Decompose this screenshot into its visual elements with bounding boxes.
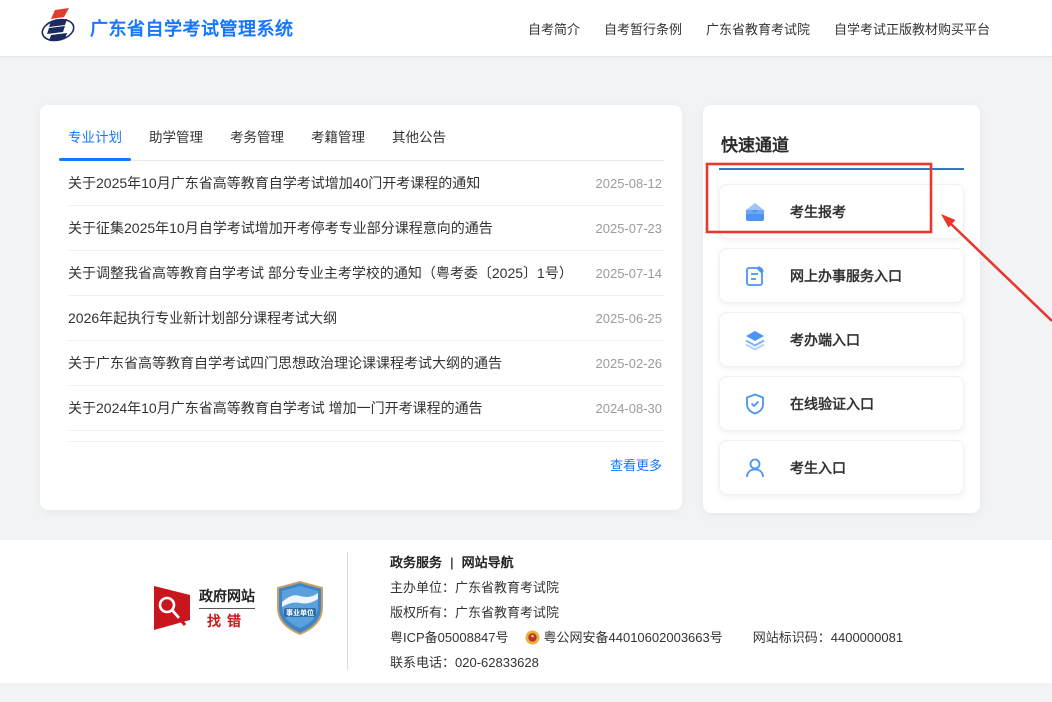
institution-badge[interactable]: 事业单位 (274, 580, 326, 641)
nav-link-provisional-regulations[interactable]: 自考暂行条例 (604, 19, 682, 38)
footer-copyright: 版权所有：广东省教育考试院 (390, 600, 903, 625)
tab-exam-affairs[interactable]: 考务管理 (230, 126, 284, 160)
icp-number: 粤ICP备05008847号 (390, 625, 509, 650)
document-edit-icon (743, 264, 767, 288)
news-link[interactable]: 关于广东省高等教育自学考试四门思想政治理论课课程考试大纲的通告 (68, 353, 502, 373)
quick-button-exam-office[interactable]: 考办端入口 (719, 312, 964, 367)
news-link[interactable]: 关于2025年10月广东省高等教育自学考试增加40门开考课程的通知 (68, 173, 480, 193)
gov-service-link[interactable]: 政务服务 (390, 555, 442, 570)
quick-button-candidate-entrance[interactable]: 考生入口 (719, 440, 964, 495)
quick-button-label: 网上办事服务入口 (790, 266, 902, 286)
news-item: 关于调整我省高等教育自学考试 部分专业主考学校的通知（粤考委〔2025〕1号） … (68, 251, 664, 296)
quick-button-label: 考办端入口 (790, 330, 860, 350)
news-date: 2025-08-12 (596, 176, 665, 191)
footer-icp-line: 粤ICP备05008847号 粤公网安备44010602003663号 网站标识… (390, 625, 903, 650)
tab-other-notices[interactable]: 其他公告 (392, 126, 446, 160)
news-link[interactable]: 关于2024年10月广东省高等教育自学考试 增加一门开考课程的通告 (68, 398, 483, 418)
quick-panel-underline (719, 168, 964, 170)
quick-button-candidate-register[interactable]: 考生报考 (719, 184, 964, 239)
mail-icon (743, 200, 767, 224)
tab-exam-registry[interactable]: 考籍管理 (311, 126, 365, 160)
security-record-number: 粤公网安备44010602003663号 (544, 625, 723, 650)
news-date: 2025-07-14 (596, 266, 665, 281)
gov-error-report-badge[interactable]: 政府网站 找错 (152, 584, 255, 632)
quick-button-online-service[interactable]: 网上办事服务入口 (719, 248, 964, 303)
footer-sep: | (450, 555, 454, 570)
site-identification-code: 网站标识码：4400000081 (753, 625, 903, 650)
layers-icon (743, 328, 767, 352)
header: 广东省自学考试管理系统 自考简介 自考暂行条例 广东省教育考试院 自学考试正版教… (0, 0, 1052, 57)
quick-panel-title: 快速通道 (721, 131, 964, 156)
footer: 政府网站 找错 事业单位 政务服务 | 网站导航 主办单位：广东省教育考试院 版权所… (0, 540, 1052, 683)
news-item: 关于征集2025年10月自学考试增加开考停考专业部分课程意向的通告 2025-0… (68, 206, 664, 251)
news-date: 2025-06-25 (596, 311, 665, 326)
footer-phone: 联系电话：020-62833628 (390, 650, 903, 675)
gov-error-magnifier-icon (152, 584, 192, 632)
news-link[interactable]: 关于征集2025年10月自学考试增加开考停考专业部分课程意向的通告 (68, 218, 493, 238)
quick-panel: 快速通道 考生报考 网上办事服务入口 (703, 105, 980, 513)
page: 广东省自学考试管理系统 自考简介 自考暂行条例 广东省教育考试院 自学考试正版教… (0, 0, 1052, 702)
quick-button-label: 考生报考 (790, 202, 846, 222)
top-nav: 自考简介 自考暂行条例 广东省教育考试院 自学考试正版教材购买平台 (528, 19, 990, 38)
notice-panel: 专业计划 助学管理 考务管理 考籍管理 其他公告 关于2025年10月广东省高等… (40, 105, 682, 510)
shield-check-icon (743, 392, 767, 416)
notice-tabs: 专业计划 助学管理 考务管理 考籍管理 其他公告 (68, 105, 664, 161)
tab-study-support[interactable]: 助学管理 (149, 126, 203, 160)
news-item: 2026年起执行专业新计划部分课程考试大纲 2025-06-25 (68, 296, 664, 341)
tab-major-plan[interactable]: 专业计划 (68, 126, 122, 160)
institution-badge-label: 事业单位 (286, 608, 314, 617)
nav-link-education-examination-authority[interactable]: 广东省教育考试院 (706, 19, 810, 38)
quick-button-label: 考生入口 (790, 458, 846, 478)
institution-shield-icon: 事业单位 (274, 580, 326, 636)
view-more-link[interactable]: 查看更多 (610, 458, 662, 473)
news-item: 关于2024年10月广东省高等教育自学考试 增加一门开考课程的通告 2024-0… (68, 386, 664, 431)
news-link[interactable]: 2026年起执行专业新计划部分课程考试大纲 (68, 308, 337, 328)
quick-button-online-verification[interactable]: 在线验证入口 (719, 376, 964, 431)
gov-badge-line2: 找错 (199, 611, 255, 631)
site-title: 广东省自学考试管理系统 (90, 15, 294, 41)
footer-service-nav: 政务服务 | 网站导航 (390, 550, 903, 575)
site-nav-link[interactable]: 网站导航 (462, 555, 514, 570)
news-date: 2024-08-30 (596, 401, 665, 416)
nav-link-self-exam-intro[interactable]: 自考简介 (528, 19, 580, 38)
nav-link-textbook-purchase-platform[interactable]: 自学考试正版教材购买平台 (834, 19, 990, 38)
gov-badge-line1: 政府网站 (199, 586, 255, 609)
quick-button-label: 在线验证入口 (790, 394, 874, 414)
news-date: 2025-07-23 (596, 221, 665, 236)
security-emblem-icon (525, 630, 540, 645)
news-link[interactable]: 关于调整我省高等教育自学考试 部分专业主考学校的通知（粤考委〔2025〕1号） (68, 263, 573, 283)
news-item: 关于2025年10月广东省高等教育自学考试增加40门开考课程的通知 2025-0… (68, 161, 664, 206)
footer-info: 政务服务 | 网站导航 主办单位：广东省教育考试院 版权所有：广东省教育考试院 粤I… (390, 550, 903, 675)
site-logo-icon (40, 8, 76, 48)
news-date: 2025-02-26 (596, 356, 665, 371)
site-brand[interactable]: 广东省自学考试管理系统 (40, 8, 294, 48)
news-item: 关于广东省高等教育自学考试四门思想政治理论课课程考试大纲的通告 2025-02-… (68, 341, 664, 386)
empty-news-row (68, 431, 664, 442)
person-icon (743, 456, 767, 480)
footer-organizer: 主办单位：广东省教育考试院 (390, 575, 903, 600)
news-list: 关于2025年10月广东省高等教育自学考试增加40门开考课程的通知 2025-0… (68, 161, 664, 442)
more-row: 查看更多 (68, 442, 664, 475)
footer-divider (347, 552, 348, 670)
